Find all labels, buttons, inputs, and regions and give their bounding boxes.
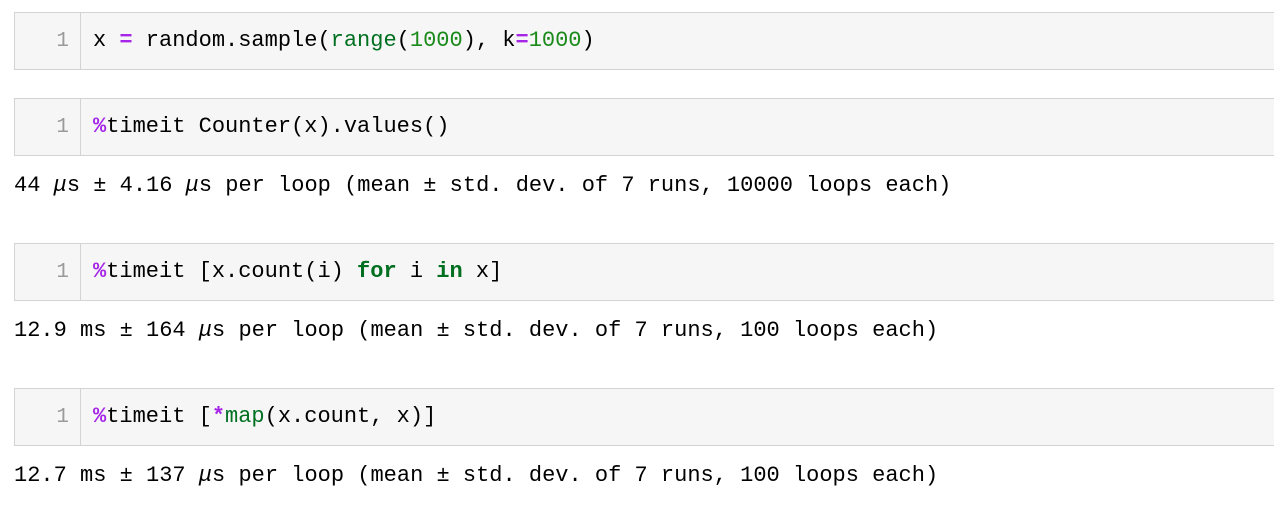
output-text: s ± 4.16	[66, 173, 186, 198]
code-token-kw: for	[357, 259, 397, 284]
code-token-plain: )	[581, 28, 595, 53]
code-token-plain: i	[396, 259, 437, 284]
code-token-num: 1000	[409, 28, 463, 53]
cell-output-listcomp: 12.9 ms ± 164 μs per loop (mean ± std. d…	[14, 320, 1274, 342]
line-number-gutter: 1	[15, 13, 81, 69]
line-number: 1	[56, 260, 69, 284]
code-token-num: 1000	[528, 28, 582, 53]
cell-output-counter: 44 μs ± 4.16 μs per loop (mean ± std. de…	[14, 175, 1274, 197]
output-text: s per loop (mean ± std. dev. of 7 runs, …	[212, 318, 939, 343]
code-token-op: *	[211, 404, 226, 429]
code-cell-sample[interactable]: 1 x = random.sample(range(1000), k = 1000)	[14, 12, 1274, 70]
code-token-magic: %	[93, 259, 107, 284]
code-token-plain: (	[396, 28, 410, 53]
code-token-kw: in	[436, 259, 463, 284]
micro-symbol: μ	[185, 173, 199, 198]
output-text: s per loop (mean ± std. dev. of 7 runs, …	[198, 173, 952, 198]
micro-symbol: μ	[198, 463, 213, 488]
code-editor-timeit-map[interactable]: % timeit [* map (x.count, x)]	[81, 389, 1274, 445]
output-text: 44	[14, 173, 54, 198]
code-token-plain: timeit [x.count(i)	[106, 259, 358, 284]
code-token-plain: timeit Counter(x).values()	[106, 114, 450, 139]
line-number-gutter: 1	[15, 99, 81, 155]
jupyter-notebook: 1 x = random.sample(range(1000), k = 1000)…	[0, 0, 1274, 532]
code-editor-sample[interactable]: x = random.sample(range(1000), k = 1000)	[81, 13, 1274, 69]
code-token-magic: %	[93, 404, 107, 429]
line-number: 1	[56, 29, 69, 53]
output-text: 12.7 ms ± 137	[14, 463, 199, 488]
line-number: 1	[56, 405, 69, 429]
code-token-plain: x	[93, 28, 120, 53]
code-token-builtin: range	[330, 28, 397, 53]
code-token-plain: ), k	[462, 28, 516, 53]
output-text: s per loop (mean ± std. dev. of 7 runs, …	[212, 463, 939, 488]
cell-output-map: 12.7 ms ± 137 μs per loop (mean ± std. d…	[14, 465, 1274, 487]
code-token-plain: random.sample(	[132, 28, 331, 53]
code-token-plain: x]	[462, 259, 503, 284]
code-token-op: =	[515, 28, 529, 53]
code-token-plain: timeit [	[106, 404, 212, 429]
line-number: 1	[56, 115, 69, 139]
code-token-builtin: map	[225, 404, 265, 429]
code-cell-timeit-map[interactable]: 1 % timeit [* map (x.count, x)]	[14, 388, 1274, 446]
code-editor-timeit-listcomp[interactable]: % timeit [x.count(i) for i in x]	[81, 244, 1274, 300]
code-token-plain: (x.count, x)]	[264, 404, 437, 429]
line-number-gutter: 1	[15, 244, 81, 300]
code-cell-timeit-listcomp[interactable]: 1 % timeit [x.count(i) for i in x]	[14, 243, 1274, 301]
code-cell-timeit-counter[interactable]: 1 % timeit Counter(x).values()	[14, 98, 1274, 156]
code-token-op: =	[119, 28, 133, 53]
line-number-gutter: 1	[15, 389, 81, 445]
output-text: 12.9 ms ± 164	[14, 318, 199, 343]
micro-symbol: μ	[53, 173, 67, 198]
code-editor-timeit-counter[interactable]: % timeit Counter(x).values()	[81, 99, 1274, 155]
micro-symbol: μ	[198, 318, 213, 343]
code-token-magic: %	[93, 114, 107, 139]
